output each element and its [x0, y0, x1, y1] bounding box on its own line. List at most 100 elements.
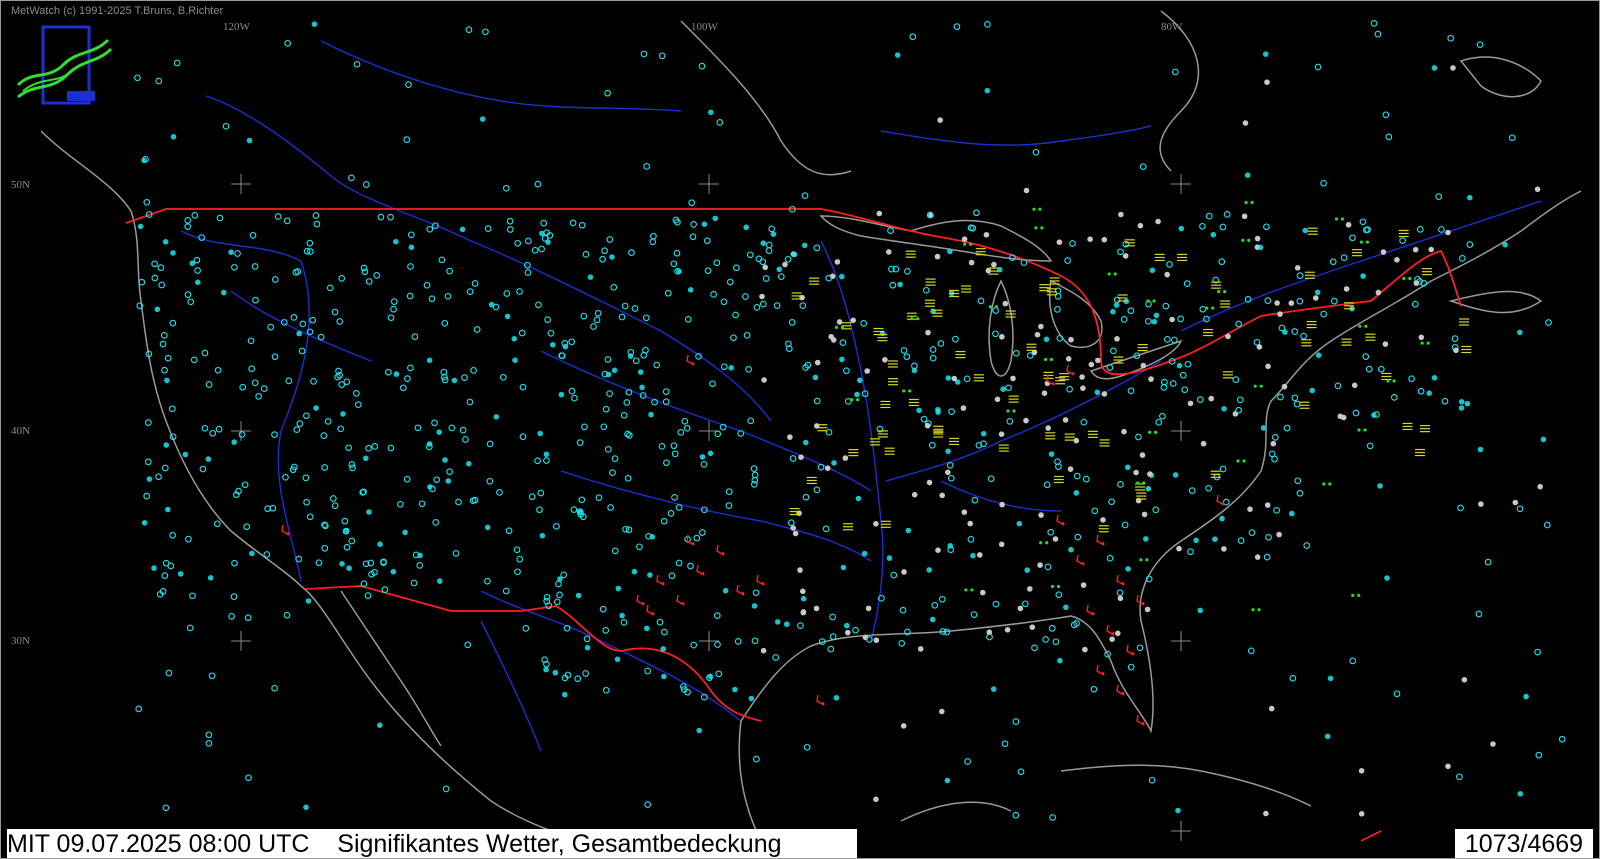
station-marker — [524, 269, 532, 276]
station-marker — [926, 567, 932, 573]
station-marker — [624, 474, 632, 482]
station-marker — [751, 476, 759, 484]
station-marker — [141, 520, 148, 526]
station-marker — [1122, 253, 1129, 259]
station-marker — [999, 334, 1005, 340]
station-marker — [466, 460, 472, 467]
rain-symbol — [1244, 200, 1254, 205]
station-marker — [1148, 776, 1156, 784]
station-marker — [158, 281, 166, 289]
longitude-label-100w: 100W — [691, 21, 718, 33]
station-marker — [701, 221, 708, 227]
station-marker — [797, 622, 804, 629]
station-marker — [1352, 409, 1360, 417]
station-marker — [426, 225, 434, 233]
station-marker — [973, 209, 980, 217]
coast-hudson-bay — [680, 20, 852, 176]
station-marker — [980, 430, 987, 437]
station-marker — [313, 220, 321, 228]
station-marker — [1490, 741, 1496, 747]
rain-symbol — [1359, 240, 1369, 244]
station-marker — [1176, 362, 1183, 369]
station-marker — [948, 408, 955, 415]
station-marker — [637, 369, 644, 375]
station-marker — [145, 419, 152, 426]
cross-30n-80w — [1171, 631, 1191, 651]
station-marker — [813, 244, 821, 252]
station-marker — [545, 239, 551, 245]
station-marker — [1303, 542, 1311, 549]
station-marker — [271, 276, 279, 283]
station-marker — [303, 412, 310, 420]
station-marker — [555, 580, 562, 588]
station-marker — [894, 52, 901, 58]
station-marker — [1133, 469, 1139, 476]
station-marker — [967, 520, 973, 527]
station-marker — [761, 377, 767, 383]
fog-symbol — [1459, 318, 1470, 326]
coastlines — [40, 10, 1582, 847]
station-marker — [1343, 286, 1350, 292]
station-marker — [1095, 357, 1101, 364]
station-marker — [185, 535, 192, 543]
station-marker — [1141, 511, 1148, 518]
station-marker — [772, 654, 780, 661]
fog-symbol — [880, 400, 891, 409]
station-marker — [1288, 300, 1295, 306]
station-marker — [998, 431, 1005, 438]
station-marker — [1113, 302, 1120, 308]
station-marker — [1265, 363, 1271, 370]
station-marker — [970, 552, 976, 559]
rain-symbol — [1039, 541, 1049, 545]
station-marker — [345, 444, 352, 452]
border-us-canada-lakes — [820, 208, 1462, 376]
station-marker — [1048, 451, 1055, 457]
fog-symbol — [1398, 229, 1409, 238]
station-marker — [195, 279, 201, 286]
fog-symbol — [1402, 422, 1413, 431]
station-marker — [228, 249, 234, 255]
station-marker — [1458, 399, 1465, 405]
station-marker — [751, 603, 758, 609]
station-marker — [693, 534, 701, 542]
station-marker — [249, 550, 255, 557]
station-marker — [578, 496, 586, 504]
station-marker — [901, 569, 907, 575]
station-marker — [1155, 218, 1161, 225]
station-marker — [199, 465, 207, 473]
station-marker — [348, 537, 356, 545]
station-marker — [1055, 591, 1063, 599]
station-marker — [303, 498, 310, 506]
station-marker — [922, 286, 930, 294]
station-marker — [234, 250, 241, 257]
station-marker — [154, 306, 161, 313]
station-marker — [831, 460, 837, 466]
station-marker — [1445, 763, 1451, 770]
station-marker — [1178, 225, 1185, 232]
station-marker — [531, 246, 539, 254]
station-marker — [222, 122, 230, 130]
station-marker — [1445, 229, 1451, 236]
station-marker — [618, 313, 626, 321]
station-marker — [1377, 365, 1385, 373]
station-marker — [482, 28, 489, 36]
cross-40n-80w — [1171, 421, 1191, 441]
station-marker — [366, 509, 372, 515]
station-marker — [1218, 258, 1226, 266]
station-marker — [516, 555, 524, 563]
station-marker — [947, 248, 953, 255]
station-marker — [1057, 657, 1063, 664]
station-marker — [1537, 483, 1543, 490]
fog-symbol — [1053, 475, 1064, 484]
station-marker — [168, 405, 176, 413]
fog-symbol — [1059, 373, 1070, 381]
station-marker — [310, 378, 317, 385]
station-marker — [609, 254, 615, 260]
station-marker — [1110, 347, 1117, 355]
station-marker — [205, 456, 212, 462]
weather-symbols — [281, 200, 1472, 726]
station-marker — [243, 523, 251, 531]
station-marker — [411, 333, 419, 340]
weather-map[interactable] — [1, 1, 1599, 858]
station-marker — [745, 366, 752, 373]
